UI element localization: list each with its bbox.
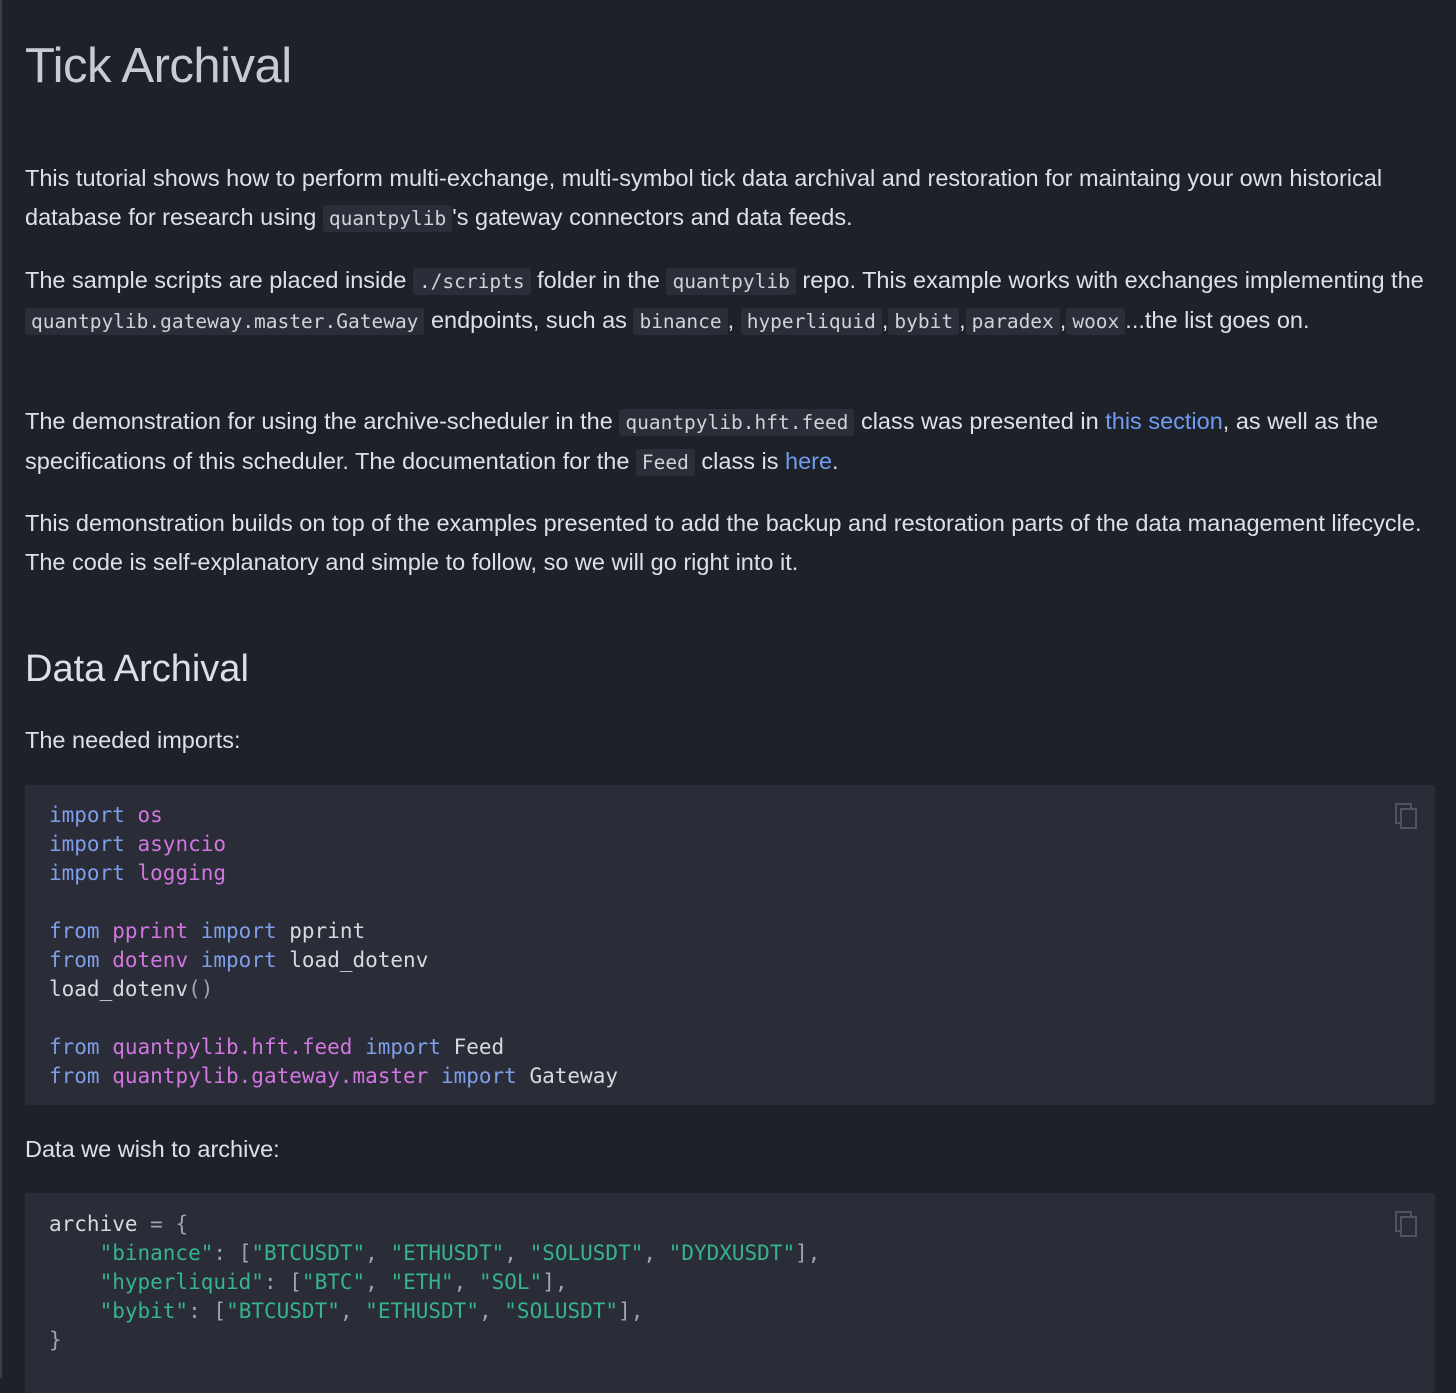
page-title: Tick Archival (25, 39, 292, 93)
inline-code: paradex (965, 308, 1060, 335)
code-block-archive[interactable]: archive = { "binance": ["BTCUSDT", "ETHU… (25, 1193, 1435, 1393)
here-link[interactable]: here (785, 448, 832, 474)
code-archive: archive = { "binance": ["BTCUSDT", "ETHU… (49, 1212, 821, 1352)
inline-code: woox (1066, 308, 1126, 335)
intro-paragraph-1: This tutorial shows how to perform multi… (25, 165, 1383, 232)
copy-icon[interactable] (1395, 803, 1417, 829)
inline-code: quantpylib (666, 268, 796, 295)
inline-code: quantpylib (322, 205, 453, 232)
left-border (0, 0, 2, 1378)
imports-label: The needed imports: (25, 727, 241, 753)
inline-code: binance (633, 308, 728, 335)
code-imports: import os import asyncio import logging … (49, 803, 618, 1088)
inline-code: ./scripts (412, 268, 531, 295)
inline-code: quantpylib.hft.feed (619, 409, 855, 436)
this-section-link[interactable]: this section (1105, 408, 1223, 434)
inline-code: hyperliquid (740, 308, 882, 335)
intro-paragraph-4: This demonstration builds on top of the … (25, 510, 1422, 575)
copy-icon[interactable] (1395, 1211, 1417, 1237)
code-block-imports[interactable]: import os import asyncio import logging … (25, 785, 1435, 1105)
inline-code: quantpylib.gateway.master.Gateway (25, 308, 425, 335)
intro-paragraph-3: The demonstration for using the archive-… (25, 408, 1379, 476)
intro-paragraph-2: The sample scripts are placed inside ./s… (25, 267, 1424, 335)
section-heading: Data Archival (25, 648, 249, 690)
archive-label: Data we wish to archive: (25, 1136, 280, 1162)
inline-code: Feed (635, 449, 695, 476)
inline-code: bybit (888, 308, 960, 335)
